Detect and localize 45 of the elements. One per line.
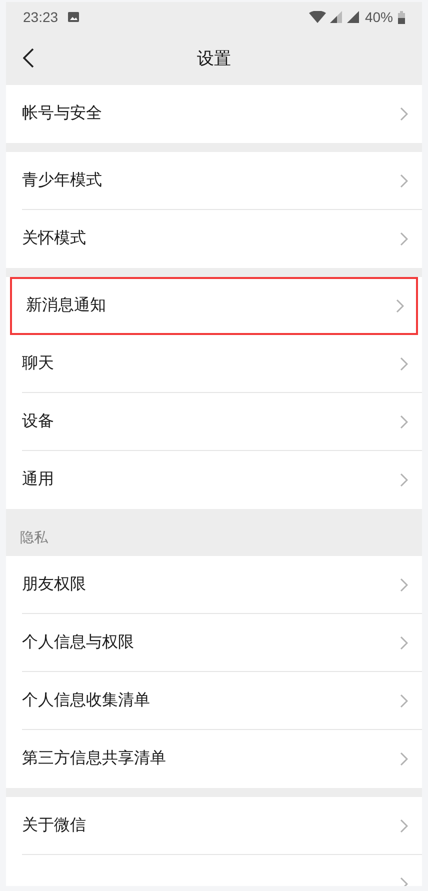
chevron-icon <box>400 415 408 429</box>
settings-item[interactable]: 新消息通知 <box>10 277 418 335</box>
settings-item[interactable]: 通用 <box>6 451 422 509</box>
item-label: 设备 <box>22 412 55 432</box>
wifi-icon <box>308 11 326 23</box>
back-icon <box>22 48 34 68</box>
settings-item[interactable]: 设备 <box>6 393 422 451</box>
battery-percent: 40% <box>364 8 393 26</box>
settings-item[interactable]: 个人信息收集清单 <box>6 672 422 730</box>
settings-item[interactable]: 关怀模式 <box>6 210 422 268</box>
item-label: 个人信息收集清单 <box>22 690 151 711</box>
chevron-icon <box>400 578 408 592</box>
item-label: 关怀模式 <box>22 228 87 249</box>
chevron-icon <box>400 752 408 766</box>
chevron-icon <box>400 357 408 371</box>
item-label: 聊天 <box>22 354 55 374</box>
signal-icon <box>346 11 359 23</box>
item-label: 关于微信 <box>22 816 87 836</box>
settings-item[interactable]: 帐号与安全 <box>6 85 422 143</box>
section-header: 隐私 <box>20 528 48 547</box>
item-label: 第三方信息共享清单 <box>22 748 167 769</box>
battery-icon <box>398 10 405 24</box>
chevron-icon <box>400 819 408 833</box>
chevron-icon <box>400 473 408 487</box>
item-label: 新消息通知 <box>26 296 107 316</box>
chevron-icon <box>400 636 408 650</box>
chevron-icon <box>400 107 408 121</box>
image-icon <box>68 12 80 22</box>
item-label: 朋友权限 <box>22 575 87 595</box>
settings-item[interactable]: 个人信息与权限 <box>6 614 422 672</box>
settings-item[interactable]: 青少年模式 <box>6 152 422 210</box>
page-title: 设置 <box>197 48 231 70</box>
chevron-icon <box>400 694 408 708</box>
status-time: 23:23 <box>23 8 58 26</box>
item-label: 通用 <box>22 470 55 490</box>
item-label: 个人信息与权限 <box>22 632 135 653</box>
item-label: 青少年模式 <box>22 170 103 191</box>
signal-icon <box>330 11 342 23</box>
settings-item[interactable]: 聊天 <box>6 335 422 393</box>
chevron-icon <box>396 299 404 313</box>
settings-item[interactable]: 第三方信息共享清单 <box>6 730 422 788</box>
settings-item[interactable]: 朋友权限 <box>6 556 422 614</box>
chevron-icon <box>400 232 408 246</box>
item-label: 帐号与安全 <box>22 104 103 124</box>
chevron-icon <box>400 174 408 188</box>
